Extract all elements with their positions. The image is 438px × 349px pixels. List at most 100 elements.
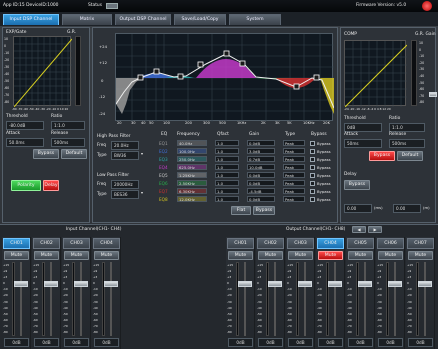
peq-bypass-checkbox[interactable] [310,140,315,146]
lp-type-select[interactable]: BES36 [111,190,139,199]
tab-save-load[interactable]: Save/Load/Copy [174,14,226,25]
comp-gain-knob[interactable] [429,92,437,97]
channel-select-button[interactable]: CH07 [407,238,434,249]
fader-knob[interactable] [298,281,312,287]
lp-freq-field[interactable]: 20000Hz [111,180,139,189]
peq-freq-field[interactable]: 250.0Hz [177,156,207,162]
peq-type-select[interactable]: Peak [283,140,305,146]
lp-type-chevron-icon[interactable]: ▾ [141,190,143,195]
comp-ratio-field[interactable]: 1:1.0 [389,123,425,132]
channel-select-button[interactable]: CH01 [3,238,30,249]
tab-output-dsp[interactable]: Output DSP Channel [115,14,171,25]
peq-q-field[interactable]: 1.0 [215,140,239,146]
fader-value[interactable]: 0dB [258,338,283,347]
fader-knob[interactable] [418,281,432,287]
peq-q-field[interactable]: 1.0 [215,156,239,162]
peq-bypass-checkbox[interactable] [310,180,315,186]
hp-type-select[interactable]: BW36 [111,151,139,160]
peq-gain-field[interactable]: 0.0dB [247,172,275,178]
fader-value[interactable]: 0dB [408,338,433,347]
hp-type-chevron-icon[interactable]: ▾ [141,151,143,156]
tab-matrix[interactable]: Matrix [62,14,112,25]
output-prev-icon[interactable]: ◀ [352,226,366,233]
peq-gain-field[interactable]: 0.0dB [247,180,275,186]
fader-knob[interactable] [268,281,282,287]
fader-knob[interactable] [238,281,252,287]
delay-toggle-button[interactable]: Delay [43,180,59,191]
channel-select-button[interactable]: CH02 [33,238,60,249]
fader-value[interactable]: 0dB [348,338,373,347]
peq-bypass-checkbox[interactable] [310,148,315,154]
gate-release-field[interactable]: 500ms [51,138,85,147]
channel-mute-button[interactable]: Mute [258,251,283,260]
eq-bypass-button[interactable]: Bypass [253,206,275,215]
fader-value[interactable]: 0dB [4,338,29,347]
comp-release-field[interactable]: 500ms [389,139,425,148]
eq-response-graph[interactable] [115,33,334,122]
peq-freq-field[interactable]: 2.50KHz [177,180,207,186]
fader-value[interactable]: 0dB [288,338,313,347]
tab-system[interactable]: System [229,14,281,25]
tab-input-dsp[interactable]: Input DSP Channel [3,14,59,25]
channel-mute-button[interactable]: Mute [228,251,253,260]
fader-knob[interactable] [104,281,118,287]
channel-mute-button[interactable]: Mute [4,251,29,260]
channel-mute-button[interactable]: Mute [34,251,59,260]
peq-gain-field[interactable]: 3.0dB [247,148,275,154]
close-icon[interactable] [422,1,432,11]
peq-freq-field[interactable]: 1.25KHz [177,172,207,178]
peq-type-select[interactable]: Peak [283,180,305,186]
peq-gain-field[interactable]: 0.0dB [247,140,275,146]
channel-select-button[interactable]: CH04 [317,238,344,249]
comp-attack-field[interactable]: 50ms [344,139,382,148]
gate-bypass-button[interactable]: Bypass [33,149,59,159]
peq-q-field[interactable]: 1.0 [215,148,239,154]
fader-value[interactable]: 0dB [378,338,403,347]
fader-value[interactable]: 0dB [64,338,89,347]
peq-freq-field[interactable]: 6.30KHz [177,188,207,194]
delay-m-field[interactable]: 0.00 [393,204,421,213]
peq-type-select[interactable]: Peak [283,172,305,178]
peq-gain-field[interactable]: -4.5dB [247,188,275,194]
peq-gain-field[interactable]: 0.0dB [247,196,275,202]
output-next-icon[interactable]: ▶ [368,226,382,233]
gate-threshold-field[interactable]: -80.0dB [6,121,44,130]
fader-value[interactable]: 0dB [94,338,119,347]
peq-q-field[interactable]: 1.0 [215,172,239,178]
peq-freq-field[interactable]: 12.0KHz [177,196,207,202]
peq-freq-field[interactable]: 625.0Hz [177,164,207,170]
channel-mute-button[interactable]: Mute [94,251,119,260]
channel-mute-button[interactable]: Mute [348,251,373,260]
peq-bypass-checkbox[interactable] [310,188,315,194]
channel-mute-button[interactable]: Mute [318,251,343,260]
peq-type-select[interactable]: Peak [283,148,305,154]
peq-freq-field[interactable]: 40.0Hz [177,140,207,146]
peq-type-select[interactable]: Peak [283,188,305,194]
peq-q-field[interactable]: 1.0 [215,188,239,194]
fader-knob[interactable] [74,281,88,287]
peq-bypass-checkbox[interactable] [310,156,315,162]
gate-default-button[interactable]: Default [61,149,87,159]
channel-select-button[interactable]: CH06 [377,238,404,249]
channel-select-button[interactable]: CH03 [287,238,314,249]
peq-freq-field[interactable]: 100.0Hz [177,148,207,154]
fader-knob[interactable] [14,281,28,287]
channel-mute-button[interactable]: Mute [408,251,433,260]
gate-attack-field[interactable]: 50.0ms [6,138,44,147]
channel-select-button[interactable]: CH05 [347,238,374,249]
peq-bypass-checkbox[interactable] [310,196,315,202]
peq-bypass-checkbox[interactable] [310,172,315,178]
channel-select-button[interactable]: CH02 [257,238,284,249]
peq-bypass-checkbox[interactable] [310,164,315,170]
comp-default-button[interactable]: Default [397,151,423,161]
fader-knob[interactable] [328,281,342,287]
peq-q-field[interactable]: 1.0 [215,180,239,186]
peq-q-field[interactable]: 1.0 [215,196,239,202]
channel-select-button[interactable]: CH01 [227,238,254,249]
channel-mute-button[interactable]: Mute [64,251,89,260]
peq-q-field[interactable]: 1.0 [215,164,239,170]
fader-knob[interactable] [44,281,58,287]
peq-type-select[interactable]: Peak [283,156,305,162]
fader-knob[interactable] [388,281,402,287]
channel-mute-button[interactable]: Mute [288,251,313,260]
